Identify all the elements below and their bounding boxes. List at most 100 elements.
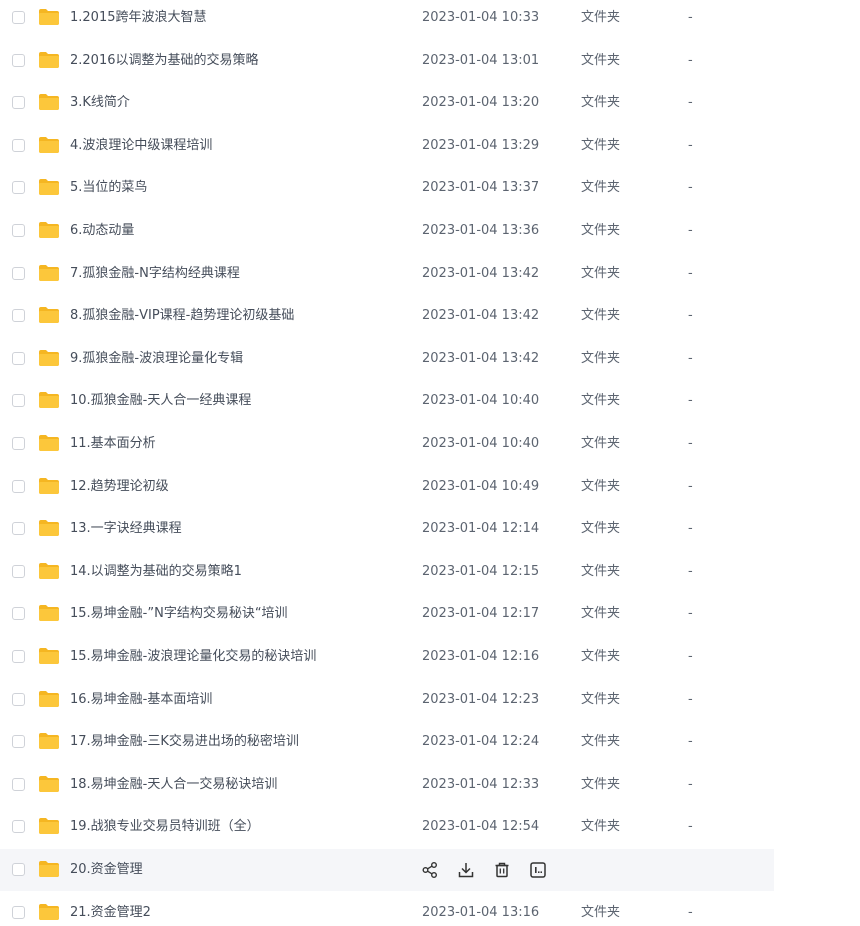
file-row[interactable]: 20.资金管理 (0, 849, 774, 891)
share-button[interactable] (420, 860, 440, 880)
row-checkbox[interactable] (12, 650, 25, 663)
file-row[interactable]: 6.动态动量 2023-01-04 13:36 文件夹 - (0, 210, 774, 252)
download-icon (456, 860, 476, 880)
file-name[interactable]: 13.一字诀经典课程 (70, 508, 182, 550)
file-size: - (688, 776, 693, 792)
file-name[interactable]: 15.易坤金融-”N字结构交易秘诀“培训 (70, 593, 288, 635)
file-name[interactable]: 2.2016以调整为基础的交易策略 (70, 40, 259, 82)
more-icon (528, 860, 548, 880)
modified-time: 2023-01-04 12:54 (422, 819, 540, 835)
row-checkbox[interactable] (12, 138, 25, 152)
file-row[interactable]: 1.2015跨年波浪大智慧 2023-01-04 10:33 文件夹 - (0, 0, 774, 39)
row-checkbox[interactable] (12, 820, 25, 834)
folder-icon (38, 306, 60, 324)
row-checkbox[interactable] (12, 53, 25, 67)
file-name[interactable]: 19.战狼专业交易员特训班（全） (70, 806, 260, 848)
file-name[interactable]: 12.趋势理论初级 (70, 466, 169, 508)
file-name[interactable]: 21.资金管理2 (70, 892, 151, 926)
file-row[interactable]: 9.孤狼金融-波浪理论量化专辑 2023-01-04 13:42 文件夹 - (0, 338, 774, 380)
file-row[interactable]: 8.孤狼金融-VIP课程-趋势理论初级基础 2023-01-04 13:42 文件夹… (0, 295, 774, 337)
modified-time: 2023-01-04 12:16 (422, 649, 540, 664)
row-checkbox[interactable] (12, 394, 25, 408)
modified-time: 2023-01-04 12:14 (422, 521, 540, 537)
file-row[interactable]: 21.资金管理2 2023-01-04 13:16 文件夹 - (0, 892, 774, 926)
row-checkbox[interactable] (12, 479, 25, 493)
file-name[interactable]: 20.资金管理 (70, 849, 143, 891)
row-checkbox[interactable] (12, 905, 25, 919)
file-row[interactable]: 11.基本面分析 2023-01-04 10:40 文件夹 - (0, 423, 774, 465)
modified-time: 2023-01-04 13:36 (422, 223, 540, 238)
file-row[interactable]: 7.孤狼金融-N字结构经典课程 2023-01-04 13:42 文件夹 - (0, 253, 774, 295)
file-type: 文件夹 (581, 223, 621, 238)
row-checkbox[interactable] (12, 266, 25, 280)
file-name[interactable]: 10.孤狼金融-天人合一经典课程 (70, 380, 251, 422)
file-size: - (688, 350, 693, 366)
file-type: 文件夹 (581, 649, 621, 664)
file-row[interactable]: 15.易坤金融-”N字结构交易秘诀“培训 2023-01-04 12:17 文件夹 - (0, 593, 774, 635)
file-row[interactable]: 13.一字诀经典课程 2023-01-04 12:14 文件夹 - (0, 508, 774, 550)
file-name[interactable]: 6.动态动量 (70, 210, 134, 252)
row-checkbox[interactable] (12, 522, 25, 536)
file-size: - (688, 521, 693, 537)
folder-icon (38, 349, 60, 367)
row-checkbox[interactable] (12, 351, 25, 365)
folder-icon (38, 178, 60, 196)
file-type: 文件夹 (581, 436, 621, 451)
folder-icon (38, 519, 60, 537)
row-checkbox[interactable] (12, 564, 25, 578)
row-checkbox[interactable] (12, 692, 25, 706)
row-checkbox[interactable] (12, 863, 25, 876)
file-size: - (688, 478, 693, 494)
file-name[interactable]: 9.孤狼金融-波浪理论量化专辑 (70, 338, 243, 380)
more-button[interactable] (528, 860, 548, 880)
file-type: 文件夹 (581, 350, 621, 366)
file-size: - (688, 137, 693, 153)
file-row[interactable]: 18.易坤金融-天人合一交易秘诀培训 2023-01-04 12:33 文件夹 - (0, 764, 774, 806)
row-checkbox[interactable] (12, 777, 25, 791)
file-size: - (688, 180, 693, 196)
file-row[interactable]: 5.当位的菜鸟 2023-01-04 13:37 文件夹 - (0, 167, 774, 209)
delete-button[interactable] (492, 860, 512, 880)
row-checkbox[interactable] (12, 607, 25, 621)
file-size: - (688, 95, 693, 111)
file-name[interactable]: 14.以调整为基础的交易策略1 (70, 551, 242, 593)
file-row[interactable]: 15.易坤金融-波浪理论量化交易的秘诀培训 2023-01-04 12:16 文件夹… (0, 636, 774, 678)
file-name[interactable]: 16.易坤金融-基本面培训 (70, 679, 212, 721)
folder-icon (38, 51, 60, 69)
file-type: 文件夹 (581, 10, 621, 25)
file-row[interactable]: 10.孤狼金融-天人合一经典课程 2023-01-04 10:40 文件夹 - (0, 380, 774, 422)
file-row[interactable]: 16.易坤金融-基本面培训 2023-01-04 12:23 文件夹 - (0, 679, 774, 721)
folder-icon (38, 136, 60, 154)
file-row[interactable]: 4.波浪理论中级课程培训 2023-01-04 13:29 文件夹 - (0, 125, 774, 167)
file-name[interactable]: 4.波浪理论中级课程培训 (70, 125, 212, 167)
file-row[interactable]: 12.趋势理论初级 2023-01-04 10:49 文件夹 - (0, 466, 774, 508)
file-name[interactable]: 17.易坤金融-三K交易进出场的秘密培训 (70, 721, 299, 763)
row-checkbox[interactable] (12, 181, 25, 195)
file-name[interactable]: 11.基本面分析 (70, 423, 156, 465)
file-name[interactable]: 5.当位的菜鸟 (70, 167, 147, 209)
file-name[interactable]: 8.孤狼金融-VIP课程-趋势理论初级基础 (70, 295, 294, 337)
folder-icon (38, 221, 60, 239)
file-row[interactable]: 2.2016以调整为基础的交易策略 2023-01-04 13:01 文件夹 - (0, 40, 774, 82)
file-name[interactable]: 1.2015跨年波浪大智慧 (70, 0, 207, 39)
download-button[interactable] (456, 860, 476, 880)
file-type: 文件夹 (581, 606, 621, 622)
row-checkbox[interactable] (12, 11, 25, 24)
file-row[interactable]: 17.易坤金融-三K交易进出场的秘密培训 2023-01-04 12:24 文件夹 - (0, 721, 774, 763)
folder-icon (38, 860, 60, 878)
file-row[interactable]: 3.K线简介 2023-01-04 13:20 文件夹 - (0, 82, 774, 124)
file-size: - (688, 734, 693, 750)
folder-icon (38, 391, 60, 409)
file-name[interactable]: 15.易坤金融-波浪理论量化交易的秘诀培训 (70, 636, 316, 678)
file-row[interactable]: 14.以调整为基础的交易策略1 2023-01-04 12:15 文件夹 - (0, 551, 774, 593)
row-checkbox[interactable] (12, 735, 25, 749)
file-name[interactable]: 3.K线简介 (70, 82, 130, 124)
row-checkbox[interactable] (12, 96, 25, 110)
file-name[interactable]: 18.易坤金融-天人合一交易秘诀培训 (70, 764, 277, 806)
file-row[interactable]: 19.战狼专业交易员特训班（全） 2023-01-04 12:54 文件夹 - (0, 806, 774, 848)
row-checkbox[interactable] (12, 437, 25, 450)
row-checkbox[interactable] (12, 224, 25, 237)
file-name[interactable]: 7.孤狼金融-N字结构经典课程 (70, 253, 240, 295)
row-checkbox[interactable] (12, 309, 25, 323)
folder-icon (38, 477, 60, 495)
